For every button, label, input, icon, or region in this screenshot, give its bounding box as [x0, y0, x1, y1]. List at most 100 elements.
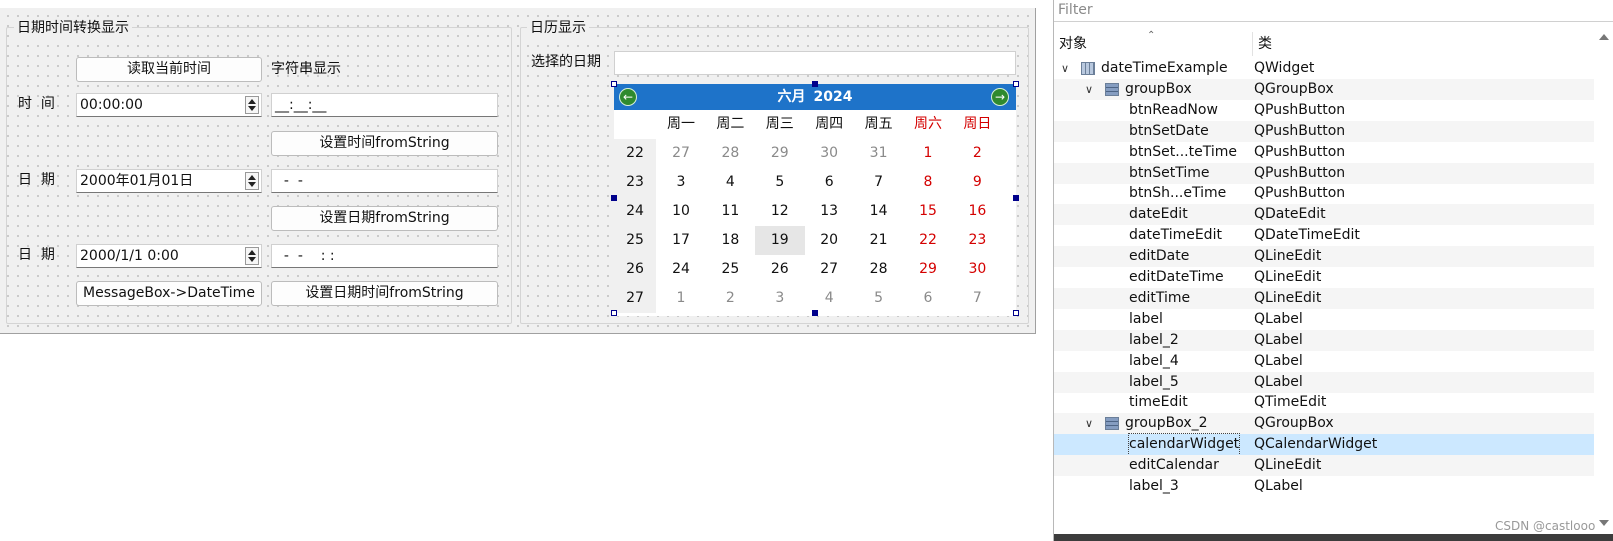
edit-calendar-field[interactable]: [614, 51, 1016, 75]
tree-row[interactable]: label_2 QLabel: [1054, 329, 1594, 351]
calendar-widget[interactable]: ← 六月 2024 → 周一 周二 周三 周四 周五 周六 周日 22 27 28 29 30 31 1 2 2…: [614, 84, 1016, 316]
calendar-day[interactable]: 10: [656, 197, 706, 226]
selection-handle[interactable]: [812, 81, 818, 87]
calendar-day[interactable]: 5: [755, 168, 805, 197]
calendar-day[interactable]: 3: [755, 284, 805, 313]
set-time-button[interactable]: 设置时间fromString: [271, 131, 498, 156]
chevron-down-icon[interactable]: ∨: [1082, 79, 1096, 100]
calendar-day[interactable]: 6: [903, 284, 953, 313]
calendar-day[interactable]: 29: [755, 139, 805, 168]
time-edit[interactable]: 00:00:00: [76, 93, 262, 117]
calendar-year[interactable]: 2024: [814, 89, 853, 105]
selection-handle[interactable]: [1013, 195, 1019, 201]
tree-row[interactable]: editCalendar QLineEdit: [1054, 455, 1594, 477]
tree-row[interactable]: editDateTime QLineEdit: [1054, 267, 1594, 288]
tree-row[interactable]: label QLabel: [1054, 309, 1594, 330]
calendar-day[interactable]: 27: [656, 139, 706, 168]
calendar-day[interactable]: 12: [755, 197, 805, 226]
calendar-day[interactable]: 28: [854, 255, 904, 284]
chevron-down-icon[interactable]: ∨: [1058, 58, 1072, 79]
tree-row[interactable]: btnSetDate QPushButton: [1054, 120, 1594, 142]
calendar-day[interactable]: 4: [705, 168, 755, 197]
selection-handle[interactable]: [812, 310, 818, 316]
calendar-day[interactable]: 2: [952, 139, 1002, 168]
chevron-down-icon[interactable]: ∨: [1082, 413, 1096, 434]
calendar-day[interactable]: 30: [804, 139, 854, 168]
calendar-day[interactable]: 30: [952, 255, 1002, 284]
tree-row[interactable]: label_3 QLabel: [1054, 476, 1594, 497]
vertical-scrollbar[interactable]: [1594, 26, 1613, 534]
tree-row[interactable]: ∨ groupBox_2 QGroupBox: [1054, 413, 1594, 435]
calendar-day[interactable]: 11: [705, 197, 755, 226]
tree-row[interactable]: label_5 QLabel: [1054, 371, 1594, 393]
tree-row[interactable]: editTime QLineEdit: [1054, 287, 1594, 309]
tree-row[interactable]: dateTimeEdit QDateTimeEdit: [1054, 225, 1594, 246]
spin-arrows-icon[interactable]: [245, 247, 259, 265]
tree-row[interactable]: ∨ groupBox QGroupBox: [1054, 78, 1594, 100]
calendar-month-year[interactable]: 六月 2024: [614, 84, 1016, 110]
calendar-day[interactable]: 7: [854, 168, 904, 197]
calendar-day[interactable]: 18: [705, 226, 755, 255]
calendar-day[interactable]: 24: [656, 255, 706, 284]
calendar-day[interactable]: 28: [705, 139, 755, 168]
calendar-month[interactable]: 六月: [778, 89, 806, 105]
calendar-day[interactable]: 21: [854, 226, 904, 255]
selection-handle[interactable]: [611, 195, 617, 201]
calendar-day[interactable]: 17: [656, 226, 706, 255]
spin-arrows-icon[interactable]: [245, 172, 259, 190]
calendar-day[interactable]: 15: [903, 197, 953, 226]
set-datetime-button[interactable]: 设置日期时间fromString: [271, 281, 498, 306]
calendar-day[interactable]: 29: [903, 255, 953, 284]
calendar-day[interactable]: 13: [804, 197, 854, 226]
calendar-day[interactable]: 1: [656, 284, 706, 313]
tree-row[interactable]: ∨ dateTimeExample QWidget: [1054, 58, 1594, 79]
calendar-day[interactable]: 22: [903, 226, 953, 255]
tree-row[interactable]: btnSh...eTime QPushButton: [1054, 183, 1594, 204]
date-edit[interactable]: 2000年01月01日: [76, 169, 262, 193]
tree-row[interactable]: btnSet...teTime QPushButton: [1054, 142, 1594, 163]
calendar-day[interactable]: 31: [854, 139, 904, 168]
scroll-up-icon[interactable]: [1599, 34, 1609, 40]
filter-input[interactable]: Filter: [1054, 0, 1613, 22]
tree-row[interactable]: timeEdit QTimeEdit: [1054, 392, 1594, 413]
calendar-day[interactable]: 1: [903, 139, 953, 168]
arrow-right-icon[interactable]: →: [991, 88, 1009, 106]
calendar-day[interactable]: 2: [705, 284, 755, 313]
calendar-day[interactable]: 26: [755, 255, 805, 284]
calendar-day[interactable]: 27: [804, 255, 854, 284]
read-now-button[interactable]: 读取当前时间: [76, 57, 262, 82]
calendar-day[interactable]: 6: [804, 168, 854, 197]
calendar-day[interactable]: 4: [804, 284, 854, 313]
calendar-day[interactable]: 9: [952, 168, 1002, 197]
column-header-class[interactable]: 类: [1253, 30, 1593, 58]
edit-date-field[interactable]: - -: [271, 169, 498, 193]
tree-row[interactable]: dateEdit QDateEdit: [1054, 204, 1594, 226]
designer-form: 日期时间转换显示 读取当前时间 字符串显示 时 间 00:00:00 __:__…: [0, 8, 1036, 334]
scroll-down-icon[interactable]: [1599, 520, 1609, 526]
calendar-day[interactable]: 3: [656, 168, 706, 197]
calendar-day[interactable]: 23: [952, 226, 1002, 255]
selection-handle[interactable]: [1013, 81, 1019, 87]
selection-handle[interactable]: [1013, 310, 1019, 316]
edit-time-field[interactable]: __:__:__: [271, 93, 498, 117]
calendar-day[interactable]: 14: [854, 197, 904, 226]
selection-handle[interactable]: [611, 310, 617, 316]
calendar-day[interactable]: 8: [903, 168, 953, 197]
calendar-day[interactable]: 25: [705, 255, 755, 284]
selection-handle[interactable]: [611, 81, 617, 87]
tree-row[interactable]: editDate QLineEdit: [1054, 246, 1594, 268]
calendar-day[interactable]: 5: [854, 284, 904, 313]
calendar-day[interactable]: 20: [804, 226, 854, 255]
calendar-day[interactable]: 19: [754, 226, 805, 255]
tree-row[interactable]: btnSetTime QPushButton: [1054, 162, 1594, 184]
datetime-edit[interactable]: 2000/1/1 0:00: [76, 244, 262, 268]
show-datetime-button[interactable]: MessageBox->DateTime: [76, 281, 262, 306]
tree-row[interactable]: label_4 QLabel: [1054, 351, 1594, 372]
tree-row[interactable]: calendarWidget QCalendarWidget: [1054, 433, 1594, 457]
calendar-day[interactable]: 7: [952, 284, 1002, 313]
tree-row[interactable]: btnReadNow QPushButton: [1054, 100, 1594, 121]
set-date-button[interactable]: 设置日期fromString: [271, 206, 498, 231]
edit-datetime-field[interactable]: - - : :: [271, 244, 498, 268]
calendar-day[interactable]: 16: [952, 197, 1002, 226]
spin-arrows-icon[interactable]: [245, 96, 259, 114]
